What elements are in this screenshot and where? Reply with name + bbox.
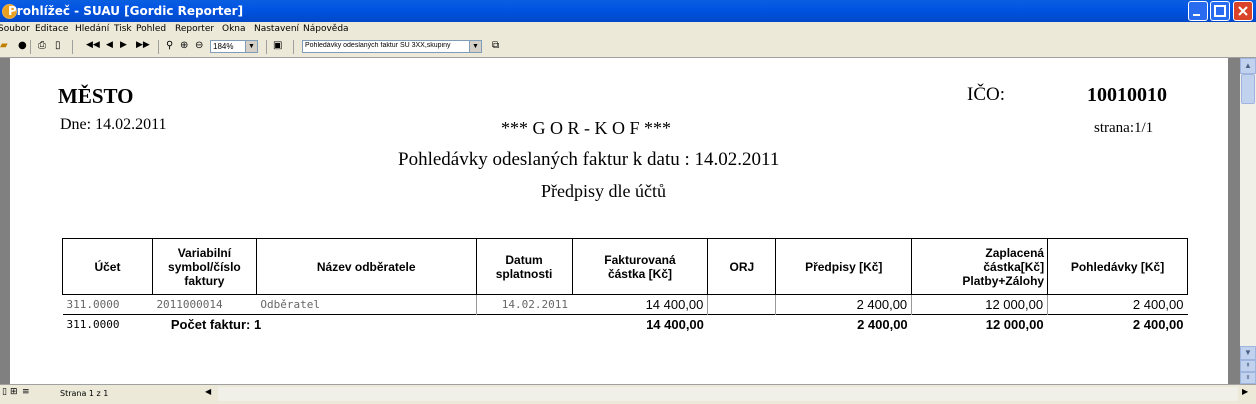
- summary-fakturovana: 14 400,00: [572, 314, 708, 334]
- horizontal-scrollbar[interactable]: [218, 387, 1238, 401]
- receivables-table: Účet Variabilní symbol/číslo faktury Název…: [62, 238, 1188, 334]
- minimize-icon: [1193, 14, 1200, 16]
- minimize-button[interactable]: [1188, 1, 1208, 21]
- summary-count-value: 1: [253, 317, 262, 332]
- status-bar: ▯ ⊞ ≡ Strana 1 z 1 ◀ ▶: [0, 384, 1256, 404]
- close-button[interactable]: [1233, 1, 1253, 21]
- cell-datum: 14.02.2011: [501, 298, 569, 311]
- col-ucet: Účet: [62, 238, 153, 295]
- summary-orj: [707, 314, 776, 334]
- summary-zaplaceno: 12 000,00: [911, 314, 1048, 334]
- summary-empty: [476, 314, 573, 334]
- menu-editace[interactable]: Editace: [35, 24, 68, 34]
- page-indicator: strana:1/1: [1094, 120, 1154, 136]
- multi-page-view-icon[interactable]: ⊞: [10, 387, 18, 397]
- first-page-icon[interactable]: ◀◀: [86, 40, 100, 50]
- col-fakturovana: Fakturovaná částka [Kč]: [571, 238, 709, 295]
- scroll-up-button[interactable]: ▲: [1240, 58, 1256, 74]
- report-system-title: *** G O R - K O F ***: [501, 118, 672, 138]
- scroll-down-button[interactable]: ▼: [1240, 346, 1256, 360]
- col-variabilni-symbol: Variabilní symbol/číslo faktury: [151, 238, 257, 295]
- col-orj: ORJ: [707, 238, 777, 295]
- scroll-right-icon[interactable]: ▶: [1242, 387, 1248, 396]
- export-icon[interactable]: ⧉: [492, 40, 499, 51]
- menu-hledani[interactable]: Hledání: [75, 24, 109, 34]
- toolbar-separator: [30, 40, 31, 54]
- zoom-value: 184%: [213, 42, 234, 51]
- dot-icon[interactable]: ●: [18, 40, 27, 51]
- save-icon[interactable]: ▣: [273, 40, 282, 51]
- scroll-thumb[interactable]: [1241, 74, 1255, 104]
- ico-value: 10010010: [1087, 84, 1167, 106]
- close-icon: [1238, 6, 1248, 16]
- cell-ucet: 311.0000: [66, 298, 120, 311]
- summary-ucet: 311.0000: [62, 314, 153, 334]
- report-select[interactable]: Pohledávky odeslaných faktur SU 3XX,skup…: [302, 40, 482, 53]
- cell-orj: [707, 294, 777, 315]
- cell-fakturovana: 14 400,00: [572, 294, 709, 315]
- maximize-icon: [1214, 5, 1226, 17]
- summary-pohledavky: 2 400,00: [1047, 314, 1188, 334]
- chevron-down-icon[interactable]: ▼: [469, 41, 481, 52]
- summary-row: 311.0000 Počet faktur: 1 14 400,00 2 400…: [62, 314, 1188, 334]
- menu-pohled[interactable]: Pohled: [136, 24, 166, 34]
- menu-soubor[interactable]: Soubor: [0, 24, 30, 34]
- ico-label: IČO:: [967, 84, 1005, 105]
- toolbar-separator: [266, 40, 267, 54]
- page-up-button[interactable]: ⇞: [1240, 360, 1256, 372]
- cell-nazev: Odběratel: [256, 294, 477, 315]
- toolbar: ▰ ● ⎙ ▯ ◀◀ ◀ ▶ ▶▶ ⚲ ⊕ ⊖ 184% ▼ ▣ Pohledá…: [0, 37, 1256, 58]
- list-view-icon[interactable]: ≡: [22, 387, 30, 397]
- col-predpisy: Předpisy [Kč]: [775, 238, 913, 295]
- menu-tisk[interactable]: Tisk: [114, 24, 132, 34]
- report-subtitle: Předpisy dle účtů: [541, 181, 666, 201]
- page-down-button[interactable]: ⇟: [1240, 372, 1256, 384]
- scroll-left-icon[interactable]: ◀: [205, 387, 211, 396]
- page-setup-icon[interactable]: ▯: [55, 40, 61, 51]
- menu-bar: Soubor Editace Hledání Tisk Pohled Repor…: [0, 22, 1256, 37]
- zoom-out-icon[interactable]: ⊖: [195, 40, 203, 51]
- summary-count-label: Počet faktur:: [170, 317, 251, 332]
- col-zaplacena: Zaplacená částka[Kč] Platby+Zálohy: [911, 238, 1049, 295]
- vertical-scrollbar[interactable]: ▲ ▼ ⇞ ⇟: [1240, 58, 1256, 384]
- zoom-in-icon[interactable]: ⊕: [180, 40, 188, 51]
- report-title: Pohledávky odeslaných faktur k datu : 14…: [398, 149, 780, 170]
- window-title: Prohlížeč - SUAU [Gordic Reporter]: [8, 4, 244, 18]
- prev-page-icon[interactable]: ◀: [106, 40, 113, 50]
- report-value: Pohledávky odeslaných faktur SU 3XX,skup…: [305, 42, 451, 49]
- col-datum: Datum splatnosti: [475, 238, 573, 295]
- toolbar-separator: [293, 40, 294, 54]
- maximize-button[interactable]: [1210, 1, 1230, 21]
- table-header-row: Účet Variabilní symbol/číslo faktury Název…: [62, 238, 1188, 295]
- toolbar-separator: [72, 40, 73, 54]
- col-pohledavky: Pohledávky [Kč]: [1047, 238, 1188, 295]
- zoom-select[interactable]: 184% ▼: [210, 40, 258, 53]
- toolbar-separator: [158, 40, 159, 54]
- page-status: Strana 1 z 1: [60, 389, 109, 398]
- open-folder-icon[interactable]: ▰: [0, 40, 8, 51]
- zoom-fit-icon[interactable]: ⚲: [166, 40, 173, 51]
- cell-vs: 2011000014: [156, 298, 223, 311]
- report-page: MĚSTO IČO: 10010010 Dne: 14.02.2011 *** …: [10, 58, 1228, 384]
- cell-zaplaceno: 12 000,00: [911, 294, 1049, 315]
- cell-predpisy: 2 400,00: [775, 294, 913, 315]
- next-page-icon[interactable]: ▶: [120, 40, 127, 50]
- report-viewport: MĚSTO IČO: 10010010 Dne: 14.02.2011 *** …: [0, 58, 1240, 384]
- last-page-icon[interactable]: ▶▶: [136, 40, 150, 50]
- table-row: 311.0000 2011000014 Odběratel 14.02.2011…: [63, 294, 1188, 315]
- cell-pohledavky: 2 400,00: [1132, 297, 1184, 312]
- chevron-down-icon[interactable]: ▼: [245, 41, 257, 52]
- menu-napoveda[interactable]: Nápověda: [303, 24, 349, 34]
- window-title-bar: Prohlížeč - SUAU [Gordic Reporter]: [0, 0, 1256, 22]
- summary-count: Počet faktur: 1: [152, 314, 477, 334]
- report-date: Dne: 14.02.2011: [60, 116, 167, 133]
- menu-nastaveni[interactable]: Nastavení: [254, 24, 299, 34]
- single-page-view-icon[interactable]: ▯: [2, 387, 7, 397]
- print-icon[interactable]: ⎙: [38, 40, 46, 51]
- summary-predpisy: 2 400,00: [775, 314, 912, 334]
- menu-reporter[interactable]: Reporter: [175, 24, 214, 34]
- menu-okna[interactable]: Okna: [222, 24, 246, 34]
- org-name: MĚSTO: [58, 84, 134, 108]
- col-nazev: Název odběratele: [255, 238, 477, 295]
